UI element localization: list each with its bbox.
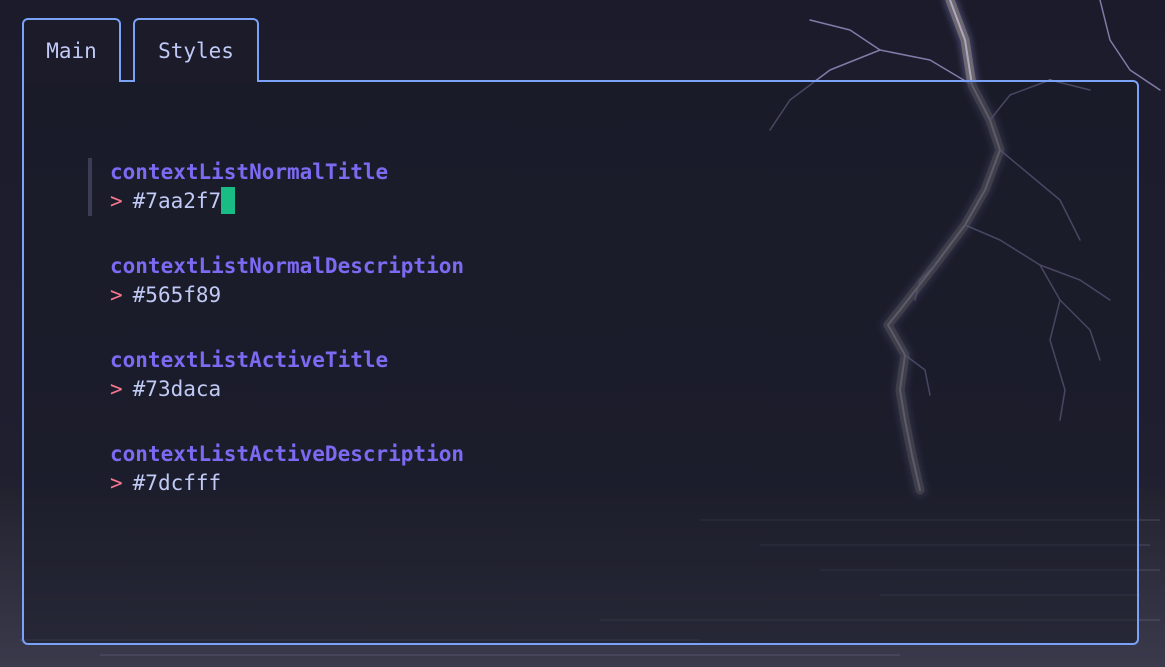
style-value-line[interactable]: > #7dcfff: [88, 468, 688, 498]
style-value-line[interactable]: > #565f89: [88, 280, 688, 310]
style-entry-context-list-active-description[interactable]: contextListActiveDescription > #7dcfff: [88, 440, 688, 498]
style-key: contextListNormalDescription: [110, 254, 465, 278]
style-entry-context-list-normal-title[interactable]: contextListNormalTitle > #7aa2f7: [88, 158, 692, 216]
prompt-symbol: >: [110, 377, 123, 401]
style-entry-context-list-active-title[interactable]: contextListActiveTitle > #73daca: [88, 346, 688, 404]
style-key: contextListActiveDescription: [110, 442, 465, 466]
style-value-input[interactable]: #7aa2f7: [133, 189, 222, 213]
prompt-symbol: >: [110, 189, 123, 213]
style-value-line[interactable]: > #7aa2f7: [92, 186, 692, 216]
active-tab-connector: [135, 79, 257, 83]
style-entry-context-list-normal-description[interactable]: contextListNormalDescription > #565f89: [88, 252, 688, 310]
tab-styles[interactable]: Styles: [133, 18, 259, 82]
prompt-symbol: >: [110, 471, 123, 495]
prompt-symbol: >: [110, 283, 123, 307]
styles-panel: contextListNormalTitle > #7aa2f7 contextL…: [22, 80, 1139, 645]
style-value-input[interactable]: #73daca: [133, 377, 222, 401]
text-cursor: [221, 187, 236, 214]
style-value-input[interactable]: #7dcfff: [133, 471, 222, 495]
style-key: contextListActiveTitle: [110, 348, 389, 372]
tab-main[interactable]: Main: [22, 18, 121, 82]
style-key: contextListNormalTitle: [110, 160, 389, 184]
style-value-input[interactable]: #565f89: [133, 283, 222, 307]
style-value-line[interactable]: > #73daca: [88, 374, 688, 404]
